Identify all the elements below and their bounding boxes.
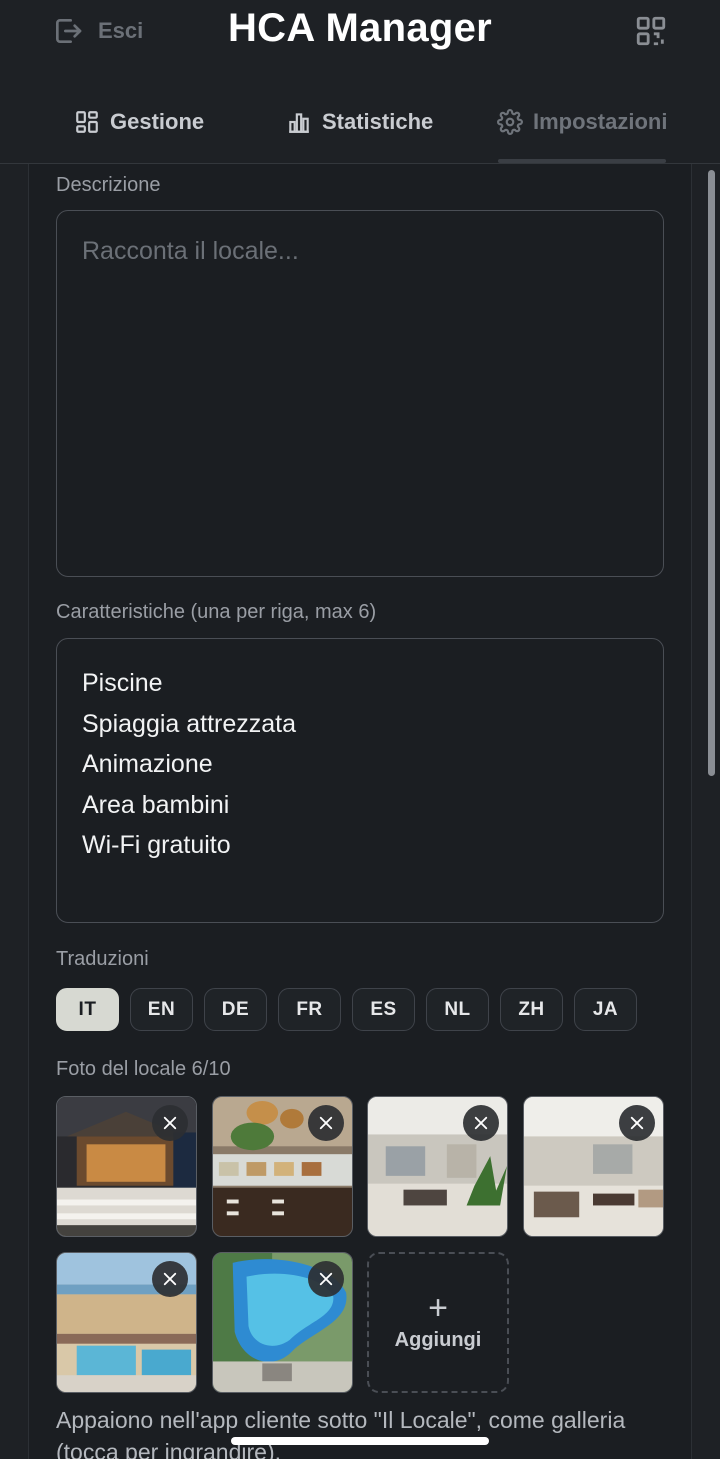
home-indicator — [231, 1437, 489, 1445]
grid-icon — [76, 111, 98, 133]
plus-icon: + — [428, 1289, 448, 1327]
lang-pill-es[interactable]: ES — [352, 988, 415, 1031]
close-icon — [163, 1116, 177, 1130]
remove-photo-button[interactable] — [152, 1261, 188, 1297]
gear-icon — [497, 109, 523, 135]
lang-pill-nl[interactable]: NL — [426, 988, 489, 1031]
tab-bar: Gestione Statistiche Impostazioni — [0, 96, 720, 164]
tab-statistiche[interactable]: Statistiche — [286, 96, 433, 148]
scrollbar[interactable] — [708, 170, 715, 776]
add-photo-button[interactable]: + Aggiungi — [367, 1252, 509, 1393]
remove-photo-button[interactable] — [308, 1105, 344, 1141]
feature-line: Area bambini — [82, 790, 230, 819]
tab-impostazioni[interactable]: Impostazioni — [497, 96, 667, 148]
feature-line: Piscine — [82, 669, 163, 697]
photo-thumbnail[interactable] — [367, 1096, 508, 1237]
photo-thumbnail[interactable] — [56, 1096, 197, 1237]
close-icon — [474, 1116, 488, 1130]
lang-pill-en[interactable]: EN — [130, 988, 193, 1031]
lang-pill-de[interactable]: DE — [204, 988, 267, 1031]
lang-pill-fr[interactable]: FR — [278, 988, 341, 1031]
close-icon — [319, 1272, 333, 1286]
active-tab-indicator — [498, 159, 666, 163]
photo-thumbnail[interactable] — [212, 1096, 353, 1237]
remove-photo-button[interactable] — [619, 1105, 655, 1141]
tab-label: Statistiche — [322, 109, 434, 134]
feature-line: Spiaggia attrezzata — [82, 709, 297, 738]
app-header: Esci HCA Manager Gestione Statistiche Im — [0, 0, 720, 164]
close-icon — [630, 1116, 644, 1130]
tab-gestione[interactable]: Gestione — [74, 96, 204, 148]
photos-hint: Appaiono nell'app cliente sotto "Il Loca… — [56, 1407, 626, 1459]
photo-thumbnail[interactable] — [56, 1252, 197, 1393]
features-label: Caratteristiche (una per riga, max 6) — [56, 601, 377, 623]
lang-pill-zh[interactable]: ZH — [500, 988, 563, 1031]
photos-label: Foto del locale 6/10 — [56, 1058, 231, 1080]
feature-line: Animazione — [82, 750, 213, 778]
photo-thumbnail[interactable] — [212, 1252, 353, 1393]
description-placeholder: Racconta il locale... — [82, 237, 299, 265]
lang-pill-ja[interactable]: JA — [574, 988, 637, 1031]
features-textarea[interactable]: Piscine Spiaggia attrezzata Animazione A… — [56, 638, 664, 923]
qr-code-icon[interactable] — [634, 14, 668, 48]
tab-label: Gestione — [110, 109, 205, 134]
photo-thumbnail[interactable] — [523, 1096, 664, 1237]
lang-pill-it[interactable]: IT — [56, 988, 119, 1031]
remove-photo-button[interactable] — [152, 1105, 188, 1141]
app-title: HCA Manager — [227, 6, 493, 50]
feature-line: Wi-Fi gratuito — [82, 831, 231, 859]
tab-label: Impostazioni — [533, 109, 668, 134]
remove-photo-button[interactable] — [463, 1105, 499, 1141]
description-textarea[interactable]: Racconta il locale... — [56, 210, 664, 577]
remove-photo-button[interactable] — [308, 1261, 344, 1297]
features-list: Piscine Spiaggia attrezzata Animazione A… — [82, 663, 296, 866]
description-label: Descrizione — [56, 174, 161, 196]
add-photo-label: Aggiungi — [394, 1329, 482, 1351]
close-icon — [163, 1272, 177, 1286]
translations-label: Traduzioni — [56, 948, 149, 970]
close-icon — [319, 1116, 333, 1130]
bar-chart-icon — [289, 113, 309, 133]
